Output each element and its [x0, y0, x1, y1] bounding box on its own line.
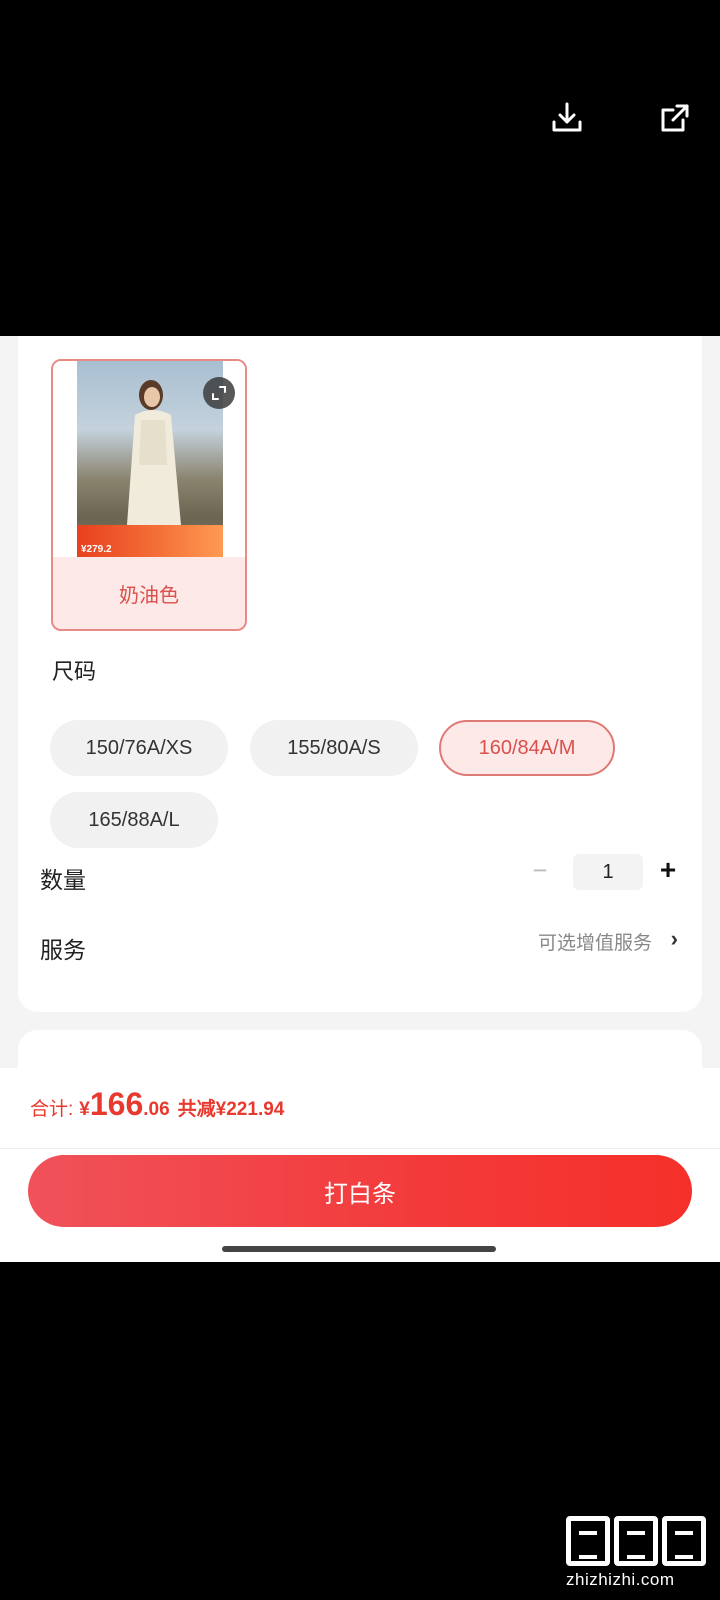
size-chip-xs[interactable]: 150/76A/XS: [50, 720, 228, 776]
total-decimal: .06: [143, 1099, 170, 1120]
sku-card: ¥279.2 奶油色 尺码 150/76A/XS 155/80A/S 160/8…: [18, 336, 702, 1012]
total-integer: 166: [89, 1086, 144, 1122]
total-summary: 合计: ¥ 166 .06 共减¥221.94: [30, 1086, 284, 1123]
quantity-input[interactable]: 1: [573, 854, 643, 890]
size-chip-m-selected[interactable]: 160/84A/M: [439, 720, 615, 776]
screen: ¥279.2 奶油色 尺码 150/76A/XS 155/80A/S 160/8…: [0, 0, 720, 1600]
watermark-text: zhizhizhi.com: [566, 1570, 675, 1589]
promo-price: ¥279.2: [81, 544, 112, 555]
service-label: 服务: [40, 937, 86, 963]
size-chip-s[interactable]: 155/80A/S: [250, 720, 418, 776]
product-photo: ¥279.2: [77, 361, 223, 557]
discount-text: 共减¥221.94: [177, 1099, 285, 1120]
total-label: 合计:: [30, 1099, 74, 1120]
expand-icon[interactable]: [203, 377, 235, 409]
product-thumbnail: ¥279.2: [53, 361, 245, 557]
quantity-minus-button[interactable]: −: [528, 855, 552, 885]
share-icon[interactable]: [655, 98, 695, 138]
promo-banner: ¥279.2: [77, 525, 223, 557]
color-label: 奶油色: [119, 584, 179, 607]
chevron-right-icon[interactable]: ›: [671, 926, 678, 952]
watermark-logo: [566, 1516, 706, 1566]
model-figure: [127, 380, 181, 543]
divider: [0, 1148, 720, 1149]
size-chip-l[interactable]: 165/88A/L: [50, 792, 218, 848]
service-value[interactable]: 可选增值服务: [538, 928, 652, 955]
pay-button[interactable]: 打白条: [28, 1155, 692, 1227]
download-icon[interactable]: [547, 98, 587, 138]
color-option-selected[interactable]: ¥279.2 奶油色: [51, 359, 247, 631]
quantity-label: 数量: [40, 867, 86, 893]
size-title: 尺码: [52, 659, 97, 684]
home-indicator[interactable]: [222, 1246, 496, 1252]
checkout-bar: 合计: ¥ 166 .06 共减¥221.94 打白条: [0, 1068, 720, 1262]
watermark: zhizhizhi.com: [566, 1516, 716, 1590]
currency-symbol: ¥: [79, 1099, 90, 1120]
quantity-plus-button[interactable]: +: [654, 854, 682, 885]
